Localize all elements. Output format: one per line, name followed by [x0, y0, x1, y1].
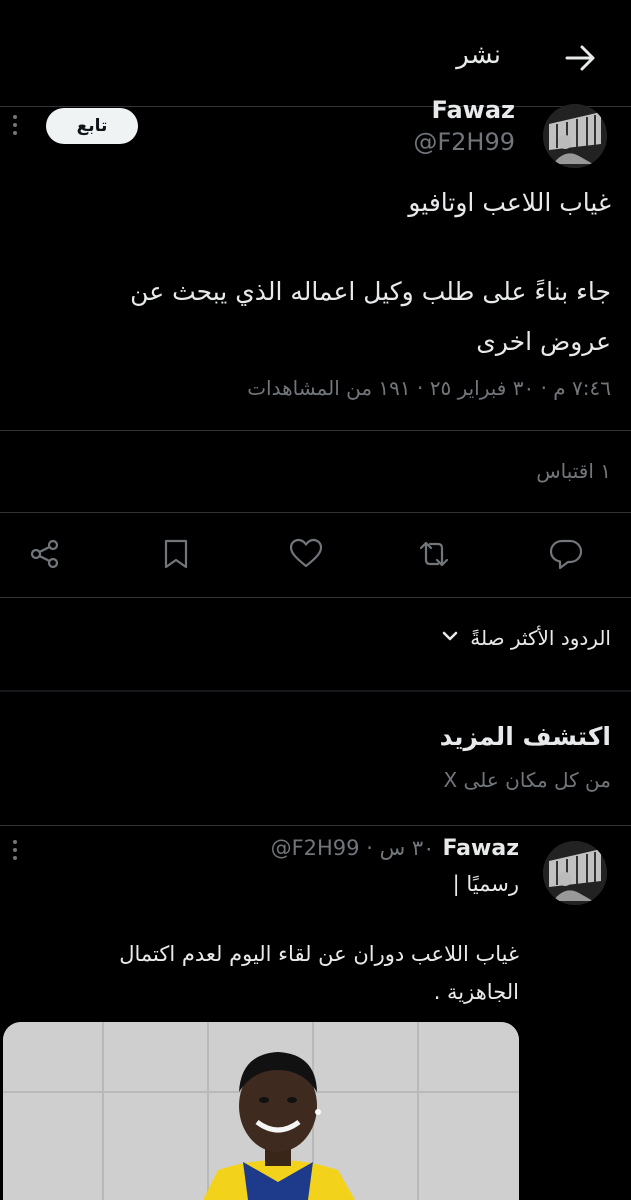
tweet-text-line-3: عروض اخرى: [476, 327, 611, 356]
share-icon[interactable]: [27, 536, 63, 576]
related-text-line-1: رسميًا |: [452, 872, 519, 896]
tweet-timestamp-views: ٧:٤٦ م · ٣٠ فبراير ٢٥ · ١٩١ من المشاهدات: [247, 376, 611, 400]
section-separator: [0, 690, 631, 692]
tweet-text-line-1: غياب اللاعب اوتافيو: [408, 188, 611, 217]
follow-button[interactable]: تابع: [46, 108, 138, 144]
replies-sort-label: الردود الأكثر صلةً: [470, 626, 611, 650]
actions-divider: [0, 597, 631, 598]
related-handle-time: @F2H99 · ٣٠ س: [270, 836, 435, 860]
author-avatar[interactable]: [543, 104, 607, 168]
chevron-down-icon: [440, 626, 460, 650]
back-arrow-icon[interactable]: [563, 40, 599, 76]
retweet-icon[interactable]: [416, 536, 452, 576]
discover-divider: [0, 825, 631, 826]
related-tweet-image[interactable]: [3, 1022, 519, 1200]
quote-count[interactable]: ١ اقتباس: [536, 459, 611, 483]
tweet-text-line-2: جاء بناءً على طلب وكيل اعماله الذي يبحث …: [130, 277, 611, 306]
quotes-divider: [0, 512, 631, 513]
meta-divider: [0, 430, 631, 431]
replies-sort-dropdown[interactable]: الردود الأكثر صلةً: [440, 626, 611, 650]
author-handle[interactable]: @F2H99: [413, 128, 515, 156]
header-divider: [0, 106, 631, 107]
reply-bubble-icon[interactable]: [548, 536, 584, 576]
related-author-row[interactable]: @F2H99 · ٣٠ س Fawaz: [271, 836, 519, 861]
more-vertical-icon[interactable]: [12, 115, 18, 135]
author-display-name[interactable]: Fawaz: [431, 100, 515, 124]
heart-icon[interactable]: [288, 536, 324, 576]
related-display-name: Fawaz: [442, 836, 519, 861]
bookmark-icon[interactable]: [158, 536, 194, 576]
related-text-line-3: الجاهزية .: [433, 980, 519, 1004]
discover-title: اكتشف المزيد: [439, 722, 611, 751]
discover-subtitle: من كل مكان على X: [443, 768, 611, 792]
page-title: نشر: [456, 40, 501, 70]
related-text-line-2: غياب اللاعب دوران عن لقاء اليوم لعدم اكت…: [119, 942, 519, 966]
related-author-avatar[interactable]: [543, 841, 607, 905]
more-vertical-icon[interactable]: [12, 840, 18, 860]
